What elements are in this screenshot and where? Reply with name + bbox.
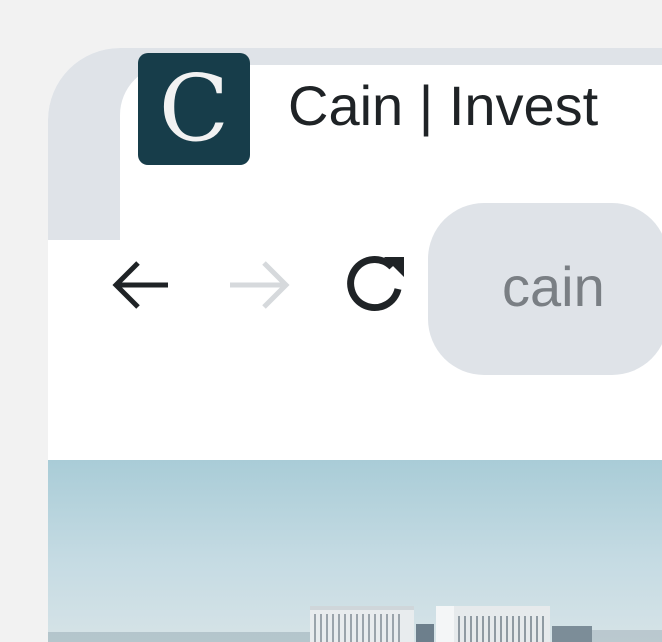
site-favicon: C <box>138 53 250 165</box>
tab-title[interactable]: Cain | Invest <box>288 72 598 140</box>
hero-image <box>48 460 662 642</box>
back-button[interactable] <box>102 243 186 327</box>
url-text[interactable]: cain <box>502 254 605 320</box>
forward-button[interactable] <box>220 243 304 327</box>
reload-button[interactable] <box>334 243 418 327</box>
reload-icon <box>347 256 404 312</box>
arrow-right-icon <box>230 261 290 309</box>
page-content <box>48 460 662 642</box>
arrow-left-icon <box>112 261 168 309</box>
